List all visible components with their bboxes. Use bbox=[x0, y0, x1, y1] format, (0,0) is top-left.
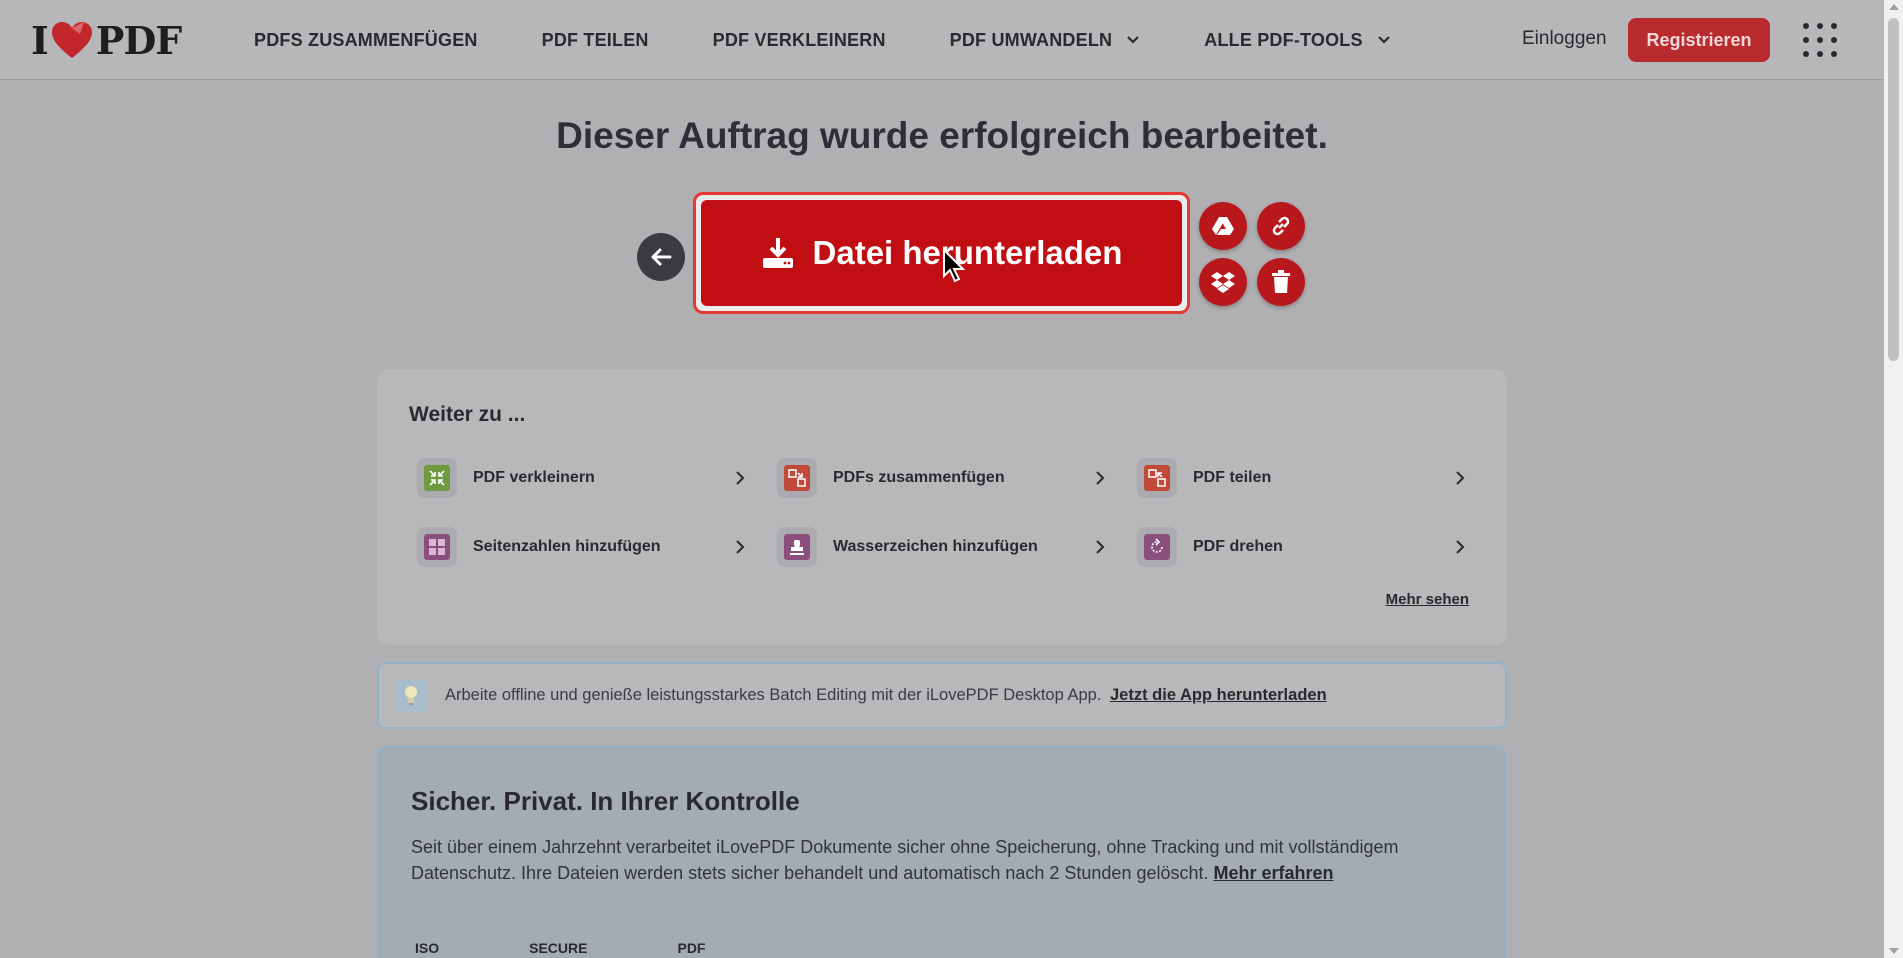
see-more-link[interactable]: Mehr sehen bbox=[1386, 591, 1469, 608]
save-to-google-drive-button[interactable] bbox=[1199, 202, 1247, 250]
tool-icon-wrap bbox=[417, 527, 457, 567]
tool-split-pdf[interactable]: PDF teilen bbox=[1133, 453, 1469, 503]
watermark-icon bbox=[784, 534, 810, 560]
learn-more-link[interactable]: Mehr erfahren bbox=[1214, 863, 1334, 883]
arrow-left-icon bbox=[651, 248, 672, 266]
tool-label: Seitenzahlen hinzufügen bbox=[473, 538, 661, 555]
apps-grid-icon[interactable] bbox=[1803, 23, 1837, 57]
page-title: Dieser Auftrag wurde erfolgreich bearbei… bbox=[556, 115, 1328, 156]
nav-compress-pdf[interactable]: PDF VERKLEINERN bbox=[713, 30, 886, 51]
chevron-down-icon bbox=[1377, 36, 1390, 44]
scroll-thumb[interactable] bbox=[1888, 18, 1899, 361]
trash-icon bbox=[1272, 270, 1290, 293]
logo-text-pdf: PDF bbox=[95, 17, 183, 63]
chevron-right-icon bbox=[1456, 540, 1465, 554]
logo-text-i: I bbox=[31, 17, 49, 63]
tool-label: Wasserzeichen hinzufügen bbox=[833, 538, 1038, 555]
register-button[interactable]: Registrieren bbox=[1628, 18, 1770, 62]
security-badges: ISO SECURE PDF bbox=[415, 940, 795, 956]
rotate-icon bbox=[1144, 534, 1170, 560]
copy-link-button[interactable] bbox=[1257, 202, 1305, 250]
delete-file-button[interactable] bbox=[1257, 258, 1305, 306]
chevron-right-icon bbox=[736, 471, 745, 485]
tool-label: PDF drehen bbox=[1193, 538, 1283, 555]
tool-icon-wrap bbox=[1137, 527, 1177, 567]
nav-all-pdf-tools[interactable]: ALLE PDF-TOOLS bbox=[1204, 30, 1390, 51]
scroll-down-arrow[interactable] bbox=[1889, 948, 1899, 954]
mouse-cursor-icon bbox=[943, 248, 966, 283]
dropbox-icon bbox=[1211, 272, 1235, 293]
nav-split-pdf[interactable]: PDF TEILEN bbox=[542, 30, 649, 51]
ilovepdf-logo[interactable]: I PDF bbox=[31, 17, 183, 63]
tool-icon-wrap bbox=[777, 458, 817, 498]
security-title: Sicher. Privat. In Ihrer Kontrolle bbox=[411, 786, 800, 816]
download-icon bbox=[762, 238, 793, 268]
continue-to-card: Weiter zu ... PDF verkleinern PDFs zusam… bbox=[377, 369, 1507, 645]
vertical-scrollbar[interactable] bbox=[1884, 0, 1903, 958]
main-nav: PDFS ZUSAMMENFÜGEN PDF TEILEN PDF VERKLE… bbox=[254, 0, 1455, 80]
tool-label: PDF teilen bbox=[1193, 469, 1272, 486]
tool-rotate-pdf[interactable]: PDF drehen bbox=[1133, 522, 1469, 572]
nav-label: PDF UMWANDELN bbox=[949, 29, 1113, 50]
nav-label: PDF VERKLEINERN bbox=[712, 29, 886, 50]
chevron-right-icon bbox=[1096, 540, 1105, 554]
compress-icon bbox=[424, 465, 450, 491]
tool-icon-wrap bbox=[417, 458, 457, 498]
tool-add-watermark[interactable]: Wasserzeichen hinzufügen bbox=[773, 522, 1109, 572]
back-button[interactable] bbox=[637, 233, 685, 281]
merge-icon bbox=[784, 465, 810, 491]
continue-title: Weiter zu ... bbox=[409, 403, 526, 426]
nav-label: ALLE PDF-TOOLS bbox=[1204, 29, 1363, 50]
chevron-right-icon bbox=[1456, 471, 1465, 485]
scroll-up-arrow[interactable] bbox=[1889, 4, 1899, 10]
download-app-link[interactable]: Jetzt die App herunterladen bbox=[1110, 686, 1327, 704]
nav-label: PDF TEILEN bbox=[541, 29, 649, 50]
tool-compress-pdf[interactable]: PDF verkleinern bbox=[413, 453, 749, 503]
desktop-app-banner: Arbeite offline und genieße leistungssta… bbox=[377, 662, 1507, 729]
page-numbers-icon bbox=[424, 534, 450, 560]
tool-add-page-numbers[interactable]: Seitenzahlen hinzufügen bbox=[413, 522, 749, 572]
banner-text-wrap: Arbeite offline und genieße leistungssta… bbox=[445, 686, 1327, 705]
nav-convert-pdf[interactable]: PDF UMWANDELN bbox=[950, 30, 1141, 51]
security-text-wrap: Seit über einem Jahrzehnt verarbeitet iL… bbox=[411, 834, 1481, 886]
pdf-badge: PDF bbox=[677, 940, 706, 956]
lightbulb-icon bbox=[395, 679, 427, 712]
chevron-right-icon bbox=[736, 540, 745, 554]
tool-merge-pdfs[interactable]: PDFs zusammenfügen bbox=[773, 453, 1109, 503]
top-navigation-bar: I PDF PDFS ZUSAMMENFÜGEN PDF TEILEN PDF … bbox=[0, 0, 1884, 80]
iso-badge: ISO bbox=[415, 940, 440, 956]
secure-badge: SECURE bbox=[529, 940, 588, 956]
tool-label: PDFs zusammenfügen bbox=[833, 469, 1005, 486]
security-section: Sicher. Privat. In Ihrer Kontrolle Seit … bbox=[377, 746, 1507, 958]
nav-label: PDFS ZUSAMMENFÜGEN bbox=[254, 29, 478, 50]
tool-label: PDF verkleinern bbox=[473, 469, 595, 486]
tool-icon-wrap bbox=[1137, 458, 1177, 498]
save-to-dropbox-button[interactable] bbox=[1199, 258, 1247, 306]
split-icon bbox=[1144, 465, 1170, 491]
chevron-right-icon bbox=[1096, 471, 1105, 485]
login-link[interactable]: Einloggen bbox=[1522, 28, 1607, 50]
heart-icon bbox=[51, 22, 92, 58]
google-drive-icon bbox=[1212, 217, 1234, 235]
link-icon bbox=[1272, 216, 1290, 236]
nav-merge-pdfs[interactable]: PDFS ZUSAMMENFÜGEN bbox=[254, 30, 478, 51]
chevron-down-icon bbox=[1127, 36, 1140, 44]
tool-icon-wrap bbox=[777, 527, 817, 567]
banner-text: Arbeite offline und genieße leistungssta… bbox=[445, 686, 1102, 704]
